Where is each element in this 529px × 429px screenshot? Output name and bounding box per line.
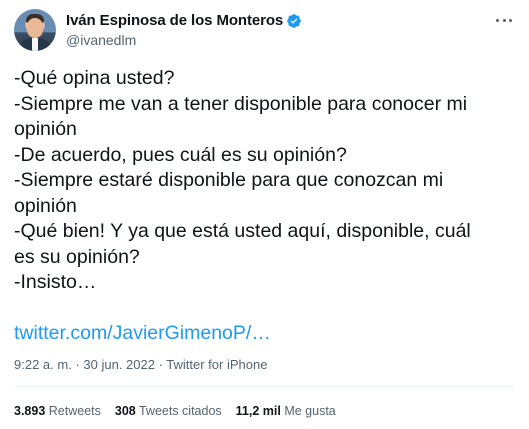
author-display-name[interactable]: Iván Espinosa de los Monteros: [66, 12, 283, 29]
divider: [14, 386, 515, 387]
author-handle[interactable]: @ivanedlm: [66, 32, 302, 48]
meta-separator: ·: [154, 357, 167, 372]
tweet-line: opinión: [14, 194, 77, 217]
tweet-source: Twitter for iPhone: [166, 357, 268, 372]
tweet-line: es su opinión?: [14, 245, 140, 268]
tweet-link[interactable]: twitter.com/JavierGimenoP/…: [14, 321, 519, 347]
tweet-line: -Insisto…: [14, 271, 97, 293]
tweet-time[interactable]: 9:22 a. m.: [14, 357, 72, 372]
tweet-line: opinión: [14, 118, 77, 140]
more-options-icon[interactable]: [493, 11, 515, 29]
quotes-count: 308: [114, 404, 136, 418]
tweet-header: Iván Espinosa de los Monteros @ivanedlm: [14, 9, 515, 53]
author-info: Iván Espinosa de los Monteros @ivanedlm: [66, 11, 302, 48]
avatar[interactable]: [14, 9, 56, 51]
quotes-stat[interactable]: 308 Tweets citados: [115, 404, 222, 418]
tweet-line: -Siempre estaré disponible para que cono…: [14, 169, 444, 191]
tweet-line: -De acuerdo, pues cuál es su opinión?: [14, 143, 347, 166]
tweet-text: -Qué opina usted? -Siempre me van a tene…: [14, 66, 519, 347]
tweet-stats: 3.893 Retweets 308 Tweets citados 11,2 m…: [14, 404, 350, 418]
retweets-stat[interactable]: 3.893 Retweets: [14, 404, 101, 418]
likes-label: Me gusta: [284, 404, 336, 418]
tweet-line: -Qué opina usted?: [14, 67, 175, 89]
tweet-date[interactable]: 30 jun. 2022: [83, 357, 155, 372]
verified-badge-icon: [286, 13, 302, 29]
likes-count: 11,2 mil: [235, 404, 281, 418]
tweet-line: -Siempre me van a tener disponible para …: [14, 92, 468, 115]
likes-stat[interactable]: 11,2 mil Me gusta: [236, 404, 336, 418]
tweet-card: Iván Espinosa de los Monteros @ivanedlm …: [0, 0, 529, 429]
tweet-line: -Qué bien! Y ya que está usted aquí, dis…: [14, 220, 471, 242]
retweets-count: 3.893: [14, 404, 46, 418]
tweet-meta: 9:22 a. m. · 30 jun. 2022 · Twitter for …: [14, 357, 267, 372]
retweets-label: Retweets: [48, 404, 101, 418]
meta-separator: ·: [71, 357, 84, 372]
quotes-label: Tweets citados: [138, 404, 222, 418]
